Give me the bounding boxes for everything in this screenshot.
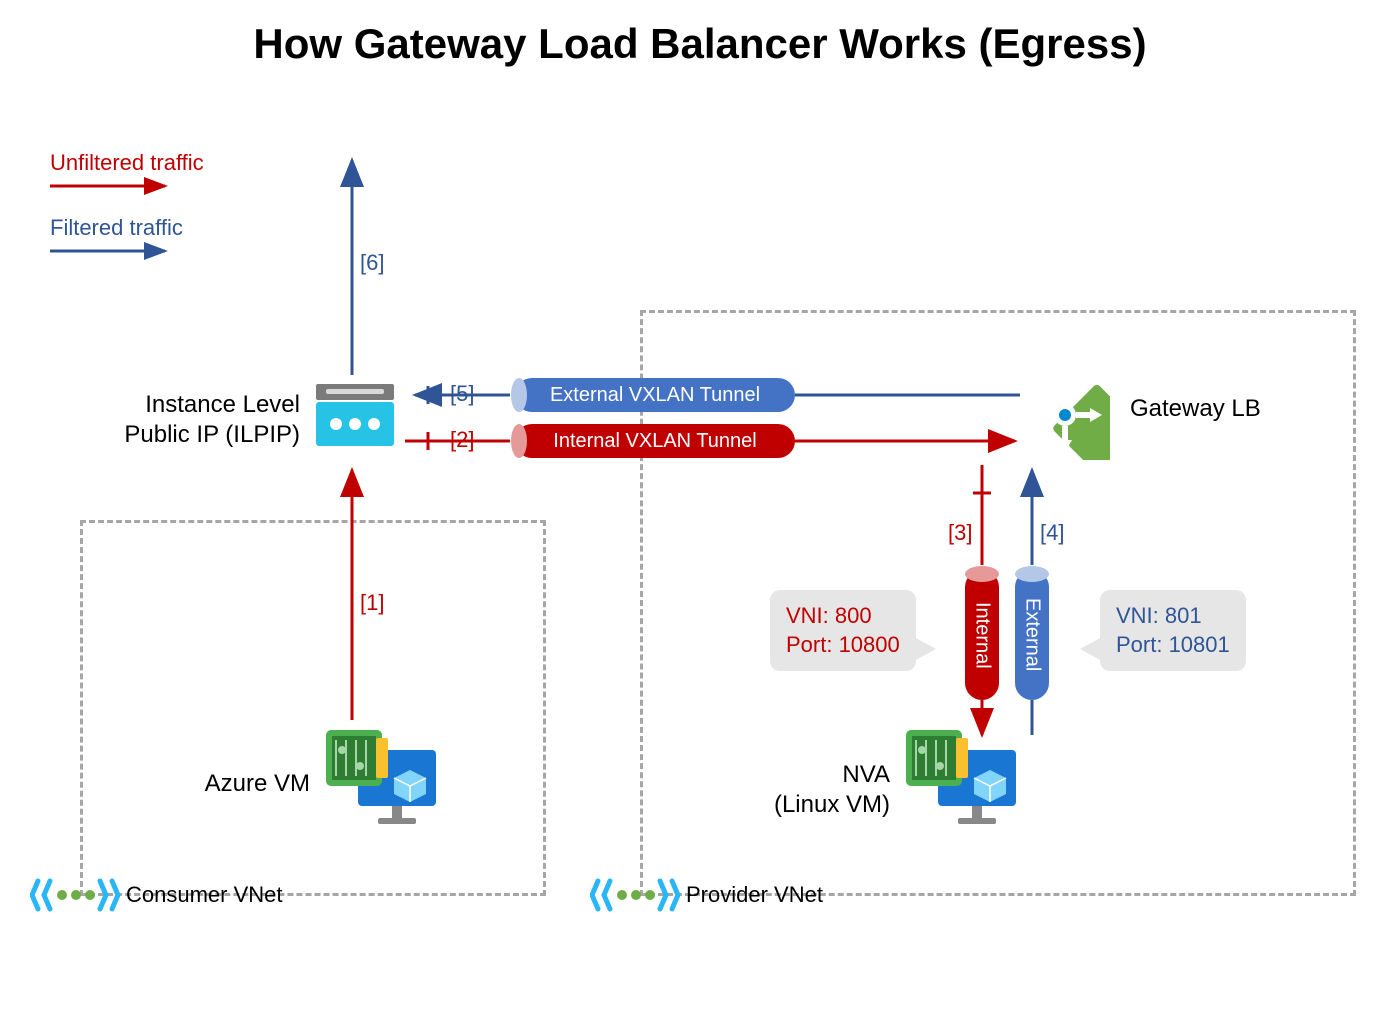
azure-vm-text: Azure VM xyxy=(205,770,310,797)
external-vni: VNI: 801 xyxy=(1116,602,1230,631)
provider-vnet-text: Provider VNet xyxy=(686,882,823,908)
arrow-icon xyxy=(50,176,180,196)
gateway-lb-label: Gateway LB xyxy=(1130,395,1261,423)
vnet-icon xyxy=(30,875,120,915)
step-1: [1] xyxy=(360,590,384,616)
arrow-icon xyxy=(50,241,180,261)
consumer-vnet-label: Consumer VNet xyxy=(30,875,283,915)
azure-vm-label: Azure VM xyxy=(205,770,310,798)
internal-vni: VNI: 800 xyxy=(786,602,900,631)
legend-filtered-label: Filtered traffic xyxy=(50,215,183,241)
nva-label: NVA (Linux VM) xyxy=(774,760,890,820)
vm-icon xyxy=(900,720,1020,840)
external-tunnel-label: External VXLAN Tunnel xyxy=(550,384,760,407)
internal-tunnel-label: Internal VXLAN Tunnel xyxy=(553,430,756,453)
provider-vnet-label: Provider VNet xyxy=(590,875,823,915)
legend-unfiltered: Unfiltered traffic xyxy=(50,150,204,201)
step-2: [2] xyxy=(450,427,474,453)
external-tunnel-vertical: External xyxy=(1015,570,1049,700)
ilpip-label: Instance Level Public IP (ILPIP) xyxy=(124,390,300,450)
internal-tunnel-short-label: Internal xyxy=(971,602,994,669)
consumer-vnet-box xyxy=(80,520,546,896)
step-5: [5] xyxy=(450,381,474,407)
gateway-lb-text: Gateway LB xyxy=(1130,395,1261,422)
internal-port: Port: 10800 xyxy=(786,631,900,660)
vm-icon xyxy=(320,720,440,840)
step-4: [4] xyxy=(1040,520,1064,546)
external-tunnel-short-label: External xyxy=(1021,598,1044,671)
nva-text: NVA (Linux VM) xyxy=(774,760,890,820)
internal-tunnel: Internal VXLAN Tunnel xyxy=(515,424,795,458)
external-callout: VNI: 801 Port: 10801 xyxy=(1100,590,1246,671)
load-balancer-icon xyxy=(1020,370,1110,460)
external-tunnel: External VXLAN Tunnel xyxy=(515,378,795,412)
consumer-vnet-text: Consumer VNet xyxy=(126,882,283,908)
external-port: Port: 10801 xyxy=(1116,631,1230,660)
step-6: [6] xyxy=(360,250,384,276)
ilpip-text: Instance Level Public IP (ILPIP) xyxy=(124,390,300,450)
internal-callout: VNI: 800 Port: 10800 xyxy=(770,590,916,671)
vnet-icon xyxy=(590,875,680,915)
step-3: [3] xyxy=(948,520,972,546)
public-ip-icon xyxy=(310,380,400,454)
diagram-title: How Gateway Load Balancer Works (Egress) xyxy=(0,20,1400,68)
legend-unfiltered-label: Unfiltered traffic xyxy=(50,150,204,176)
internal-tunnel-vertical: Internal xyxy=(965,570,999,700)
legend-filtered: Filtered traffic xyxy=(50,215,183,266)
